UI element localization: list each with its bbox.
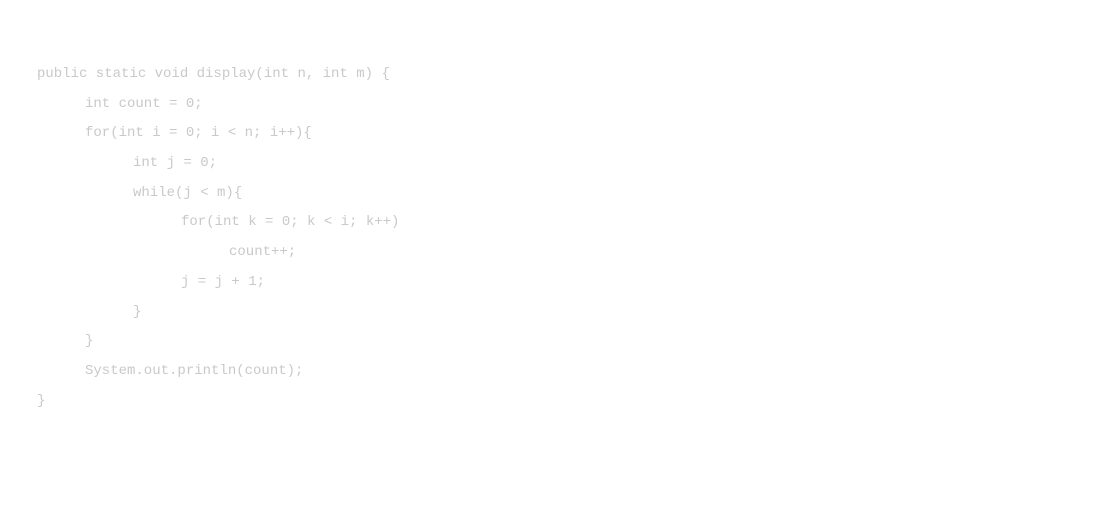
code-line-outer-for: for(int i = 0; i < n; i++){ bbox=[85, 125, 312, 142]
code-line-for-close-brace: } bbox=[85, 333, 94, 350]
code-line-inner-for: for(int k = 0; k < i; k++) bbox=[181, 214, 400, 231]
code-line-method-signature: public static void display(int n, int m)… bbox=[37, 66, 390, 82]
code-line-while: while(j < m){ bbox=[133, 184, 243, 201]
code-line-count-declaration: int count = 0; bbox=[85, 95, 203, 112]
code-listing: public static void display(int n, int m)… bbox=[37, 60, 399, 416]
code-line-while-close-brace: } bbox=[133, 303, 142, 320]
code-line-count-increment: count++; bbox=[229, 244, 297, 261]
code-line-j-increment: j = j + 1; bbox=[181, 273, 266, 290]
code-line-method-close-brace: } bbox=[37, 392, 46, 409]
code-line-j-declaration: int j = 0; bbox=[133, 155, 218, 172]
code-line-println: System.out.println(count); bbox=[85, 362, 304, 379]
